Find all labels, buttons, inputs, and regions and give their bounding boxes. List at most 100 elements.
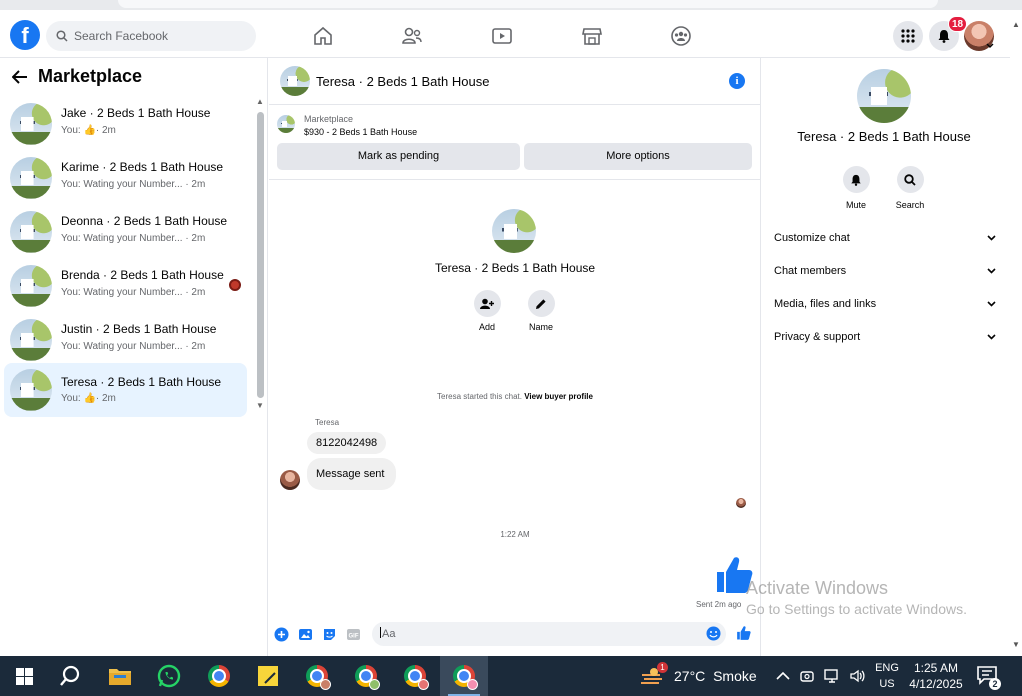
meet-now-icon[interactable] [800,669,814,683]
conversation-item[interactable]: Brenda · 2 Beds 1 Bath House You: Wating… [4,260,247,314]
conversation-preview: You: Wating your Number... · 2m [61,341,206,352]
mute-label: Mute [845,200,866,210]
groups-icon[interactable] [669,24,693,48]
message-bubble[interactable]: 8122042498 [307,432,387,454]
conversation-item[interactable]: Justin · 2 Beds 1 Bath House You: Wating… [4,314,247,368]
friends-icon[interactable] [400,24,424,48]
search-icon [904,173,916,186]
chat-header: Teresa · 2 Beds 1 Bath House i [269,58,761,105]
home-icon[interactable] [311,24,335,48]
chat-members-section[interactable]: Chat members [774,265,996,277]
scroll-up-arrow-icon[interactable]: ▲ [256,97,264,106]
chrome-profile-3-button[interactable] [391,656,439,696]
listing-avatar [10,211,52,253]
notification-count-badge: 2 [989,677,1001,690]
bell-icon [851,174,861,186]
listing-price[interactable]: $930 - 2 Beds 1 Bath House [304,127,417,137]
weather-alert-badge: 1 [657,662,668,673]
back-arrow-icon[interactable] [12,69,28,84]
chat-details-panel: Teresa · 2 Beds 1 Bath House Mute Search… [762,58,1010,656]
chevron-down-icon [987,334,996,340]
sticky-notes-button[interactable] [244,656,292,696]
listing-banner: Marketplace $930 - 2 Beds 1 Bath House M… [269,106,761,180]
conversation-item-active[interactable]: Teresa · 2 Beds 1 Bath House You: 👍· 2m [4,363,247,417]
customize-chat-section[interactable]: Customize chat [774,232,996,244]
chevron-down-icon [987,268,996,274]
scroll-down-arrow-icon[interactable]: ▼ [1012,640,1020,649]
sidebar-title: Marketplace [38,66,143,86]
notifications-icon: 2 [976,665,1001,690]
facebook-logo[interactable]: f [10,20,40,50]
taskbar-clock[interactable]: 1:25 AM 4/12/2025 [906,660,966,692]
details-avatar[interactable] [857,69,911,123]
photo-icon[interactable] [298,627,313,642]
sent-status: Sent 2m ago [696,600,742,609]
chat-avatar[interactable] [280,66,310,96]
conversation-item[interactable]: Jake · 2 Beds 1 Bath House You: 👍· 2m [4,98,247,152]
taskbar-search-button[interactable] [46,656,94,696]
scroll-down-arrow-icon[interactable]: ▼ [256,401,264,410]
page-scrollbar[interactable]: ▲ ▼ [1010,10,1022,658]
conversation-item[interactable]: Karime · 2 Beds 1 Bath House You: Wating… [4,152,247,206]
start-button[interactable] [0,656,48,696]
add-label: Add [478,322,495,332]
listing-thumbnail[interactable] [277,115,295,133]
gif-icon[interactable]: GIF [346,627,361,642]
listing-avatar [10,103,52,145]
menu-grid-button[interactable] [893,21,923,51]
language-indicator[interactable]: ENG US [872,660,902,692]
listing-avatar [10,157,52,199]
scrollbar-thumb[interactable] [257,112,264,398]
message-timestamp: 1:22 AM [500,530,530,539]
search-placeholder: Search Facebook [74,29,169,43]
message-input[interactable]: Aa [372,622,726,646]
chrome-profile-2-button[interactable] [342,656,390,696]
action-center-button[interactable]: 2 [976,656,1001,696]
sticker-icon[interactable] [322,627,337,642]
media-files-links-section[interactable]: Media, files and links [774,298,996,310]
name-button[interactable]: Name [521,290,561,332]
sender-avatar[interactable] [280,470,300,490]
network-icon[interactable] [824,669,840,683]
send-like-icon[interactable] [736,625,752,641]
listing-avatar [10,319,52,361]
add-button[interactable]: Add [467,290,507,332]
conversation-name: Deonna · 2 Beds 1 Bath House [61,214,228,228]
conversation-preview: You: Wating your Number... · 2m [61,233,206,244]
chrome-profile-4-button[interactable] [440,656,488,696]
mark-as-pending-button[interactable]: Mark as pending [277,143,520,170]
mute-button[interactable]: Mute [834,166,878,210]
info-icon[interactable]: i [729,73,745,89]
more-options-button[interactable]: More options [524,143,752,170]
whatsapp-button[interactable] [145,656,193,696]
search-in-chat-button[interactable]: Search [888,166,932,210]
folder-icon [109,669,131,685]
conversation-item[interactable]: Deonna · 2 Beds 1 Bath House You: Wating… [4,206,247,260]
conversation-list-scrollbar[interactable]: ▲ ▼ [256,97,265,410]
weather-widget[interactable]: 1 27°C Smoke [640,656,757,696]
volume-icon[interactable] [850,669,866,683]
like-thumb-icon: 👍 [83,125,96,136]
file-explorer-button[interactable] [96,656,144,696]
watch-icon[interactable] [490,24,514,48]
conversation-preview: You: 👍· 2m [61,125,116,136]
chat-title[interactable]: Teresa · 2 Beds 1 Bath House [316,74,489,89]
message-bubble[interactable]: Message sent [307,458,397,490]
add-person-icon [480,298,494,309]
view-buyer-profile-link[interactable]: View buyer profile [524,392,593,401]
chat-profile-avatar[interactable] [492,209,536,253]
chevron-up-icon[interactable] [776,671,790,681]
chrome-profile-1-button[interactable] [293,656,341,696]
emoji-icon[interactable] [706,626,721,641]
search-icon [56,30,68,42]
privacy-support-section[interactable]: Privacy & support [774,331,996,343]
marketplace-icon[interactable] [580,24,604,48]
conversation-preview: You: 👍· 2m [61,393,116,404]
plus-circle-icon[interactable] [274,627,289,642]
weather-temperature: 27°C [674,668,706,684]
chrome-button[interactable] [195,656,243,696]
search-facebook-input[interactable]: Search Facebook [46,21,256,51]
account-chevron-icon[interactable] [986,43,994,49]
conversation-name: Karime · 2 Beds 1 Bath House [61,160,224,174]
scroll-up-arrow-icon[interactable]: ▲ [1012,20,1020,29]
